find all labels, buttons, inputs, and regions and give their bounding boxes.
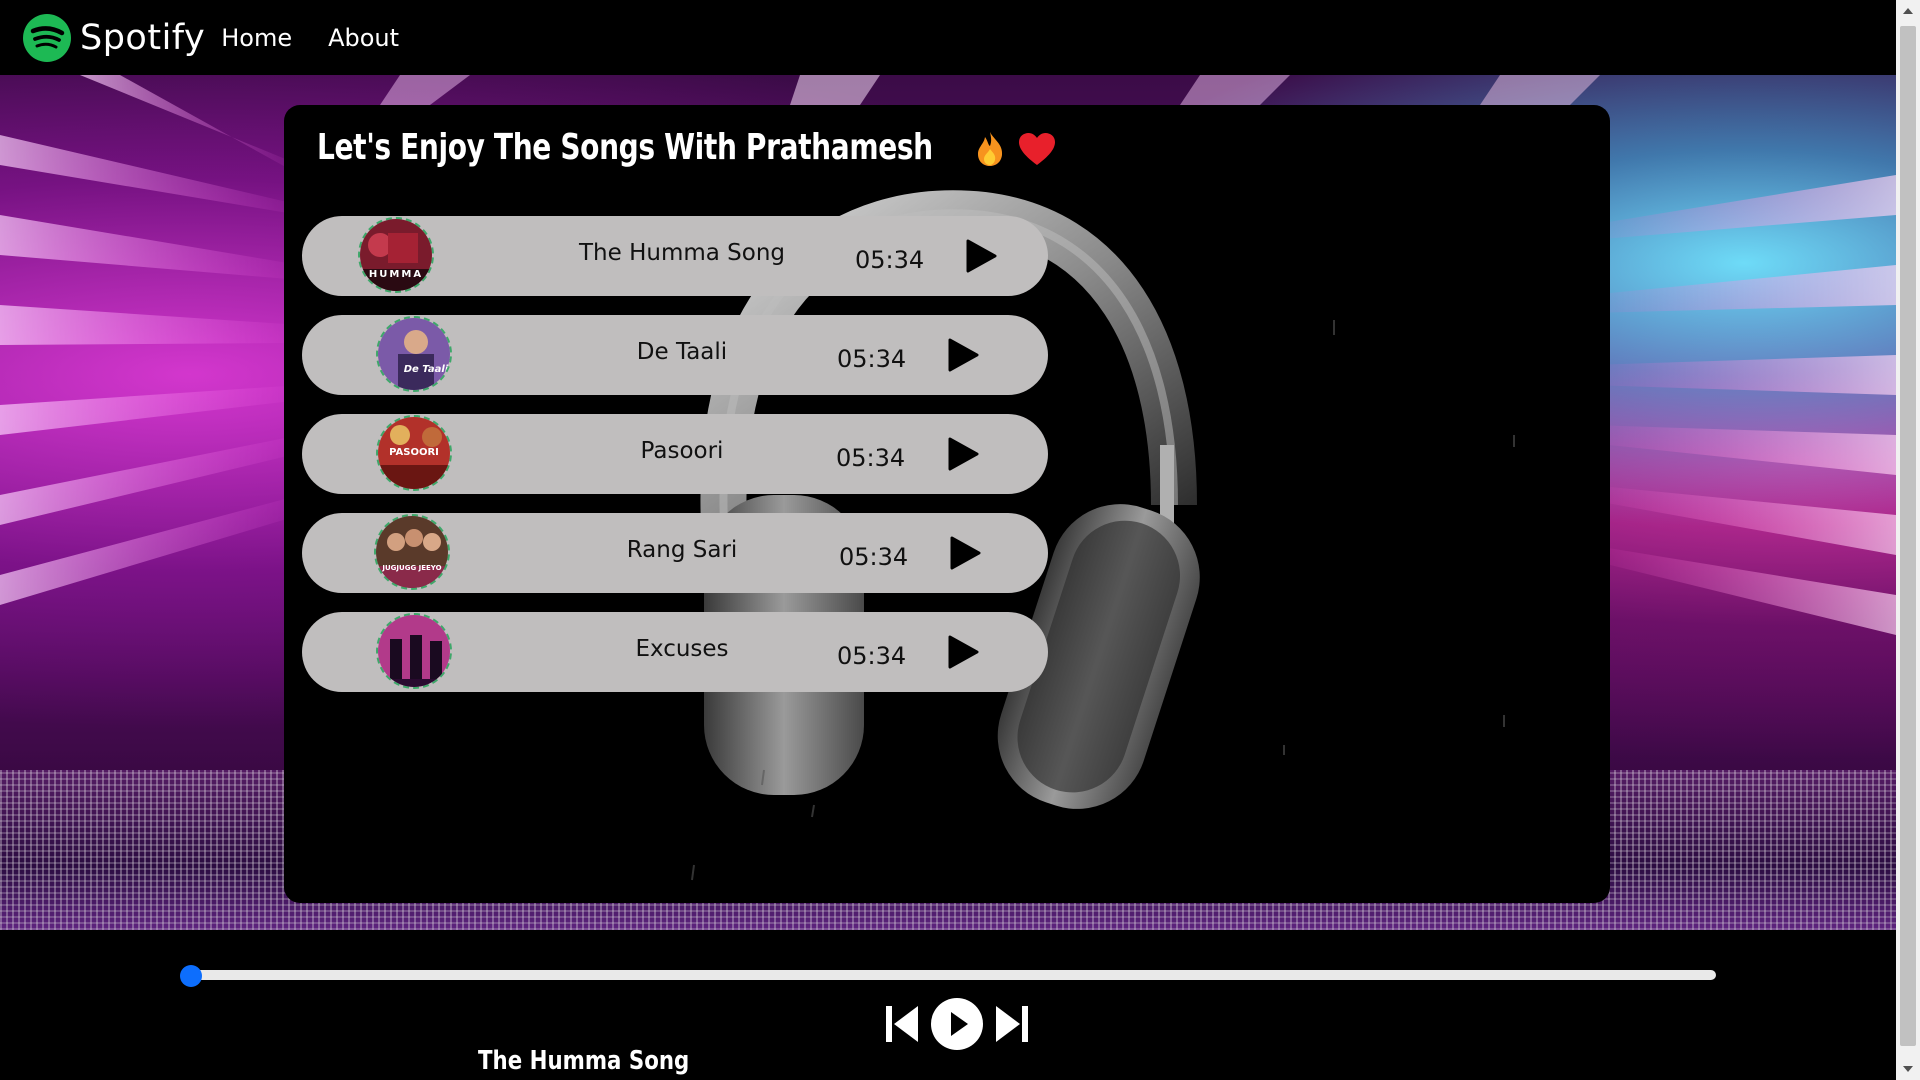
cover-text: JUGJUGG JEEYO	[382, 564, 442, 572]
song-cover-image: PASOORI	[376, 415, 452, 491]
song-duration: 05:34	[837, 345, 907, 373]
song-item-de-taali[interactable]: De Taali De Taali 05:34	[302, 315, 1048, 395]
spotify-logo-icon	[23, 13, 71, 62]
song-duration: 05:34	[836, 444, 906, 472]
cover-text: De Taali	[403, 364, 449, 375]
progress-thumb[interactable]	[180, 965, 202, 987]
cover-art	[378, 318, 450, 390]
bottom-player: The Humma Song	[0, 930, 1896, 1080]
song-duration: 05:34	[855, 246, 925, 274]
song-name: Rang Sari	[626, 537, 738, 563]
scroll-up-arrow-icon[interactable]	[1903, 8, 1913, 14]
cover-art	[360, 219, 432, 291]
song-item-pasoori[interactable]: PASOORI Pasoori 05:34	[302, 414, 1048, 494]
cover-text: HUMMA	[368, 269, 424, 280]
play-circle-icon[interactable]	[930, 997, 984, 1051]
cover-text: PASOORI	[389, 447, 439, 458]
song-item-excuses[interactable]: Excuses 05:34	[302, 612, 1048, 692]
brand-name: Spotify	[80, 17, 206, 58]
top-navbar: Spotify Home About	[0, 0, 1896, 75]
song-name: Excuses	[635, 636, 729, 662]
play-icon[interactable]	[964, 238, 998, 274]
progress-bar[interactable]	[190, 970, 1716, 980]
heart-icon	[1019, 133, 1055, 165]
brand[interactable]: Spotify	[22, 13, 205, 63]
player-controls	[884, 997, 1030, 1051]
title-emoji-group	[976, 131, 1056, 167]
scroll-down-arrow-icon[interactable]	[1903, 1066, 1913, 1072]
song-cover-image	[376, 613, 452, 689]
nav-link-about[interactable]: About	[328, 24, 399, 52]
song-duration: 05:34	[837, 642, 907, 670]
cover-art	[378, 615, 450, 687]
card-title: Let's Enjoy The Songs With Prathamesh	[317, 127, 933, 168]
scrollbar-thumb[interactable]	[1900, 26, 1916, 1046]
now-playing-title: The Humma Song	[478, 1046, 690, 1076]
song-item-rang-sari[interactable]: JUGJUGG JEEYO Rang Sari 05:34	[302, 513, 1048, 593]
previous-icon[interactable]	[884, 1004, 920, 1044]
play-icon[interactable]	[946, 436, 980, 472]
song-list: HUMMA The Humma Song 05:34 De Taali De T…	[302, 216, 1048, 711]
next-icon[interactable]	[994, 1004, 1030, 1044]
fire-icon	[978, 132, 1003, 166]
page-scrollbar[interactable]	[1896, 0, 1920, 1080]
song-name: The Humma Song	[578, 240, 786, 266]
song-cover-image: HUMMA	[358, 217, 434, 293]
play-icon[interactable]	[946, 337, 980, 373]
songs-card: Let's Enjoy The Songs With Prathamesh HU…	[284, 105, 1610, 903]
song-item-the-humma-song[interactable]: HUMMA The Humma Song 05:34	[302, 216, 1048, 296]
song-cover-image: JUGJUGG JEEYO	[374, 514, 450, 590]
nav-link-home[interactable]: Home	[221, 24, 292, 52]
song-name: De Taali	[636, 339, 728, 365]
play-icon[interactable]	[946, 634, 980, 670]
song-duration: 05:34	[839, 543, 909, 571]
play-icon[interactable]	[948, 535, 982, 571]
song-name: Pasoori	[640, 438, 724, 464]
song-cover-image: De Taali	[376, 316, 452, 392]
cover-art	[376, 516, 448, 588]
